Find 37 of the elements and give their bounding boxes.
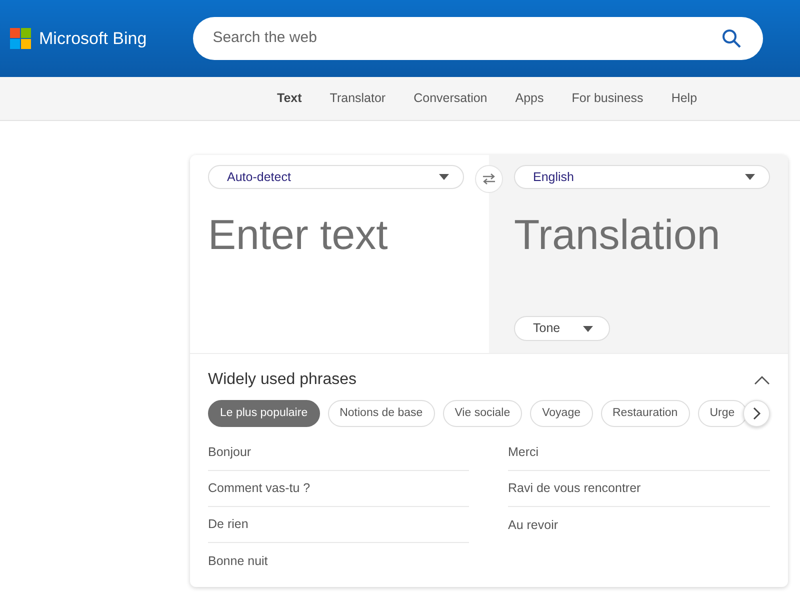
phrase-link[interactable]: Comment vas-tu ? — [208, 479, 310, 498]
search-icon[interactable] — [722, 29, 741, 48]
logo-text[interactable]: Microsoft Bing — [39, 26, 147, 52]
collapse-icon[interactable] — [754, 376, 770, 384]
nav-tab[interactable]: Apps — [501, 89, 558, 108]
next-button[interactable] — [743, 400, 770, 427]
category-chip[interactable]: Notions de base — [328, 400, 435, 427]
language-dropdown[interactable]: Auto-detect — [208, 165, 464, 189]
nav-tab[interactable]: Help — [657, 89, 712, 108]
nav-tab[interactable]: For business — [558, 89, 658, 108]
caret-icon[interactable] — [745, 174, 755, 180]
chevron-right-icon[interactable] — [752, 407, 760, 420]
language-dropdown[interactable]: English — [514, 165, 770, 189]
logo-icon[interactable] — [10, 28, 31, 49]
category-chip[interactable]: Urge — [698, 400, 747, 427]
swap-button[interactable] — [475, 165, 503, 193]
tone-dropdown[interactable]: Tone — [514, 316, 610, 341]
phrase-link[interactable]: Bonne nuit — [208, 552, 268, 570]
phrase-link[interactable]: Merci — [508, 443, 539, 462]
caret-icon[interactable] — [439, 174, 449, 180]
category-chip[interactable]: Restauration — [600, 400, 690, 427]
section-title: Widely used phrases — [208, 370, 357, 390]
category-chip[interactable]: Le plus populaire — [208, 400, 320, 427]
translation-output: Translation — [514, 210, 720, 260]
nav-tab[interactable]: Conversation — [400, 89, 502, 108]
text-input[interactable]: Enter text — [208, 209, 471, 261]
category-chip[interactable]: Vie sociale — [442, 400, 522, 427]
phrase-link[interactable]: Au revoir — [508, 516, 558, 534]
nav-tab[interactable]: Text — [263, 89, 316, 108]
nav-tab[interactable]: Translator — [316, 89, 400, 108]
phrase-link[interactable]: Bonjour — [208, 443, 252, 462]
search-bar[interactable]: Search the web — [192, 17, 763, 60]
phrase-link[interactable]: Ravi de vous rencontrer — [508, 479, 641, 498]
phrase-link[interactable]: De rien — [208, 515, 248, 534]
category-chip[interactable]: Voyage — [530, 400, 592, 427]
caret-icon[interactable] — [583, 326, 593, 332]
swap-icon[interactable] — [482, 173, 496, 185]
